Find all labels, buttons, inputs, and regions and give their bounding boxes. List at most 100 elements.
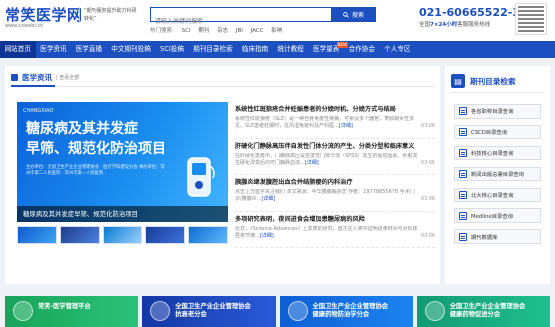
section-divider: [451, 92, 544, 93]
news-date: 03-06: [421, 124, 435, 129]
document-icon: [459, 232, 467, 241]
featured-banner[interactable]: CHANGXIAO 糖尿病及其并发症 早筛、规范化防治项目 主办单位：全国卫生产…: [17, 102, 228, 222]
document-icon: [459, 190, 467, 199]
nav-live[interactable]: 医学直播: [71, 41, 107, 58]
news-section-header: 医学资讯 | 查看全部: [11, 72, 79, 83]
search-box: 搜索: [150, 7, 376, 28]
book-icon: ▤: [451, 74, 465, 88]
news-detail-link[interactable]: [详细]: [260, 233, 274, 239]
thumbnail[interactable]: [17, 226, 57, 244]
news-detail-link[interactable]: [详细]: [305, 160, 319, 166]
nav-scales[interactable]: 医学量表 NEW: [308, 41, 348, 58]
ad-banner[interactable]: 全国卫生产业企业管理协会 抗衰老分会: [142, 296, 276, 327]
journal-link-database[interactable]: 期刊数据库: [454, 229, 541, 244]
ad-text: 全国卫生产业企业管理协会 抗衰老分会: [175, 303, 251, 319]
news-summary: 近日，《Science Advances》上发表的研究，首次在人类中证明进食时间…: [235, 226, 435, 240]
hot-keywords: 热门搜索: SCI 期刊 杂志 JBI JACC 影响: [150, 26, 288, 34]
nav-personal[interactable]: 个人专区: [380, 41, 416, 58]
site-slogan: “期刊服务提升助力科研转化”: [79, 7, 141, 23]
glucose-meter-icon: [187, 157, 215, 197]
hot-keyword[interactable]: 杂志: [217, 28, 228, 34]
document-icon: [459, 149, 467, 158]
hot-keyword[interactable]: JACC: [251, 28, 264, 34]
nav-home[interactable]: 网站首页: [0, 41, 36, 58]
news-detail-link[interactable]: [详细]: [339, 123, 353, 129]
site-logo[interactable]: 常笑医学网: [5, 4, 83, 25]
journal-link-pku-core[interactable]: 北大核心目录查询: [454, 187, 541, 203]
news-section-title: 医学资讯: [22, 73, 52, 82]
journal-link-province[interactable]: 各省职称目录查询: [454, 104, 541, 119]
journal-link-label: CSCD目录查询: [471, 130, 508, 137]
news-title[interactable]: 肝硬化门静脉高压伴自发性门体分流的产生、分类分型和临床意义: [235, 141, 435, 150]
journal-list: 各省职称目录查询 CSCD目录查询 科技核心目录查询 新闻出版总署目录查询 北大…: [454, 104, 541, 250]
document-icon: [459, 107, 467, 116]
journal-link-sci-tech-core[interactable]: 科技核心目录查询: [454, 145, 541, 161]
news-detail-link[interactable]: [详细]: [261, 196, 275, 202]
news-item: 胰腺炎继发腹腔出血合并结肠瘘的内科治疗 点击上方蓝字关注我们 本文来源：中华胰腺…: [235, 175, 435, 212]
ad-logo-icon: [13, 301, 33, 321]
ad-logo-icon: [150, 301, 171, 321]
thumbnail[interactable]: [59, 226, 100, 244]
news-date: 03-06: [421, 160, 435, 166]
hot-keyword[interactable]: 期刊: [198, 28, 209, 34]
ad-text: 常笑·医学管理平台: [38, 303, 91, 310]
ad-logo-icon: [287, 301, 308, 321]
banner-headline: 糖尿病及其并发症: [26, 121, 138, 137]
news-summary: 在肝硬化患者中，门静脉高压是自发性门体分流（SPSS）发生的驱动因素。肝脏发生硬…: [235, 153, 435, 167]
news-list: 系统性红斑狼疮合并妊娠患者的分娩时机、分娩方式与结局 系统性红斑狼疮（SLE）是…: [235, 102, 435, 248]
journal-link-label: 各省职称目录查询: [471, 109, 514, 116]
nav-associations[interactable]: 合作协会: [344, 41, 380, 58]
ad-text: 全国卫生产业企业管理协会 健康药物促进分会: [449, 303, 526, 319]
ad-banner[interactable]: 全国卫生产业企业管理协会 健康药物促进分会: [416, 296, 550, 327]
document-icon: [459, 211, 467, 220]
hotline-number: 021-60665522-3: [419, 6, 520, 19]
journal-link-cscd[interactable]: CSCD目录查询: [454, 124, 541, 140]
qr-code-pattern: [518, 6, 544, 32]
thumbnail[interactable]: [145, 226, 186, 244]
journal-link-press-admin[interactable]: 新闻出版总署目录查询: [454, 166, 541, 182]
news-title[interactable]: 胰腺炎继发腹腔出血合并结肠瘘的内科治疗: [235, 177, 435, 186]
hotline-prefix: 全国: [419, 22, 431, 28]
news-summary: 点击上方蓝字关注我们 本文来源：中华胰腺病杂志 作者：19778655678 手…: [235, 189, 435, 203]
news-item: 多项研究表明，夜间进食会增加患糖尿病的风险 近日，《Science Advanc…: [235, 212, 435, 248]
news-item: 肝硬化门静脉高压伴自发性门体分流的产生、分类分型和临床意义 在肝硬化患者中，门静…: [235, 139, 435, 175]
journal-link-label: Medline目录查询: [471, 213, 513, 220]
ad-banner[interactable]: 全国卫生产业企业管理协会 健康药物防治学分会: [279, 296, 413, 327]
journal-link-label: 期刊数据库: [471, 234, 498, 241]
nav-guidelines[interactable]: 临床指南: [237, 41, 273, 58]
site-header: 常笑医学网 www.cxwebi.cn “期刊服务提升助力科研转化” 搜索 热门…: [0, 0, 555, 41]
ad-banner[interactable]: 常笑·医学管理平台: [5, 296, 139, 327]
news-title[interactable]: 系统性红斑狼疮合并妊娠患者的分娩时机、分娩方式与结局: [235, 104, 435, 113]
qr-code: [515, 3, 547, 35]
hot-keyword[interactable]: 影响: [271, 28, 282, 34]
hot-keyword[interactable]: SCI: [182, 28, 191, 34]
banner-logo: CHANGXIAO: [23, 108, 54, 114]
hotline-note: 全国7×24小时客服服务热线: [419, 20, 490, 28]
news-summary-text: 在肝硬化患者中，门静脉高压是自发性门体分流（SPSS）发生的驱动因素。肝脏发生硬…: [235, 152, 418, 166]
news-panel: 医学资讯 | 查看全部 CHANGXIAO 糖尿病及其并发症 早筛、规范化防治项…: [5, 66, 440, 284]
news-date: 03-06: [421, 197, 435, 202]
news-title[interactable]: 多项研究表明，夜间进食会增加患糖尿病的风险: [235, 214, 435, 223]
banner-subheadline: 早筛、规范化防治项目: [26, 141, 166, 157]
search-icon: [343, 11, 349, 18]
document-icon: [459, 128, 467, 137]
news-section-icon: [11, 74, 18, 81]
search-button[interactable]: 搜索: [331, 7, 376, 22]
thumbnail[interactable]: [188, 226, 228, 244]
journal-link-medline[interactable]: Medline目录查询: [454, 208, 541, 223]
journal-link-label: 北大核心目录查询: [471, 192, 514, 199]
hotline-suffix: 客服服务热线: [457, 22, 491, 28]
banner-thumbnails: [17, 226, 228, 244]
nav-medical-news[interactable]: 医学资讯: [36, 41, 72, 58]
ad-text: 全国卫生产业企业管理协会 健康药物防治学分会: [312, 303, 389, 319]
nav-cn-journal[interactable]: 中文期刊投稿: [107, 41, 156, 58]
nav-statistics[interactable]: 统计教程: [273, 41, 309, 58]
nav-sci[interactable]: SCI投稿: [155, 41, 188, 58]
main-nav: 网站首页 医学资讯 医学直播 中文期刊投稿 SCI投稿 期刊目录检索 临床指南 …: [0, 41, 555, 58]
section-divider: [11, 85, 434, 87]
nav-journal-search[interactable]: 期刊目录检索: [189, 41, 238, 58]
hotline-hours: 7×24小时: [430, 22, 458, 28]
view-all-link[interactable]: | 查看全部: [56, 74, 79, 81]
hot-keyword[interactable]: JBI: [236, 28, 243, 34]
thumbnail[interactable]: [102, 226, 143, 244]
